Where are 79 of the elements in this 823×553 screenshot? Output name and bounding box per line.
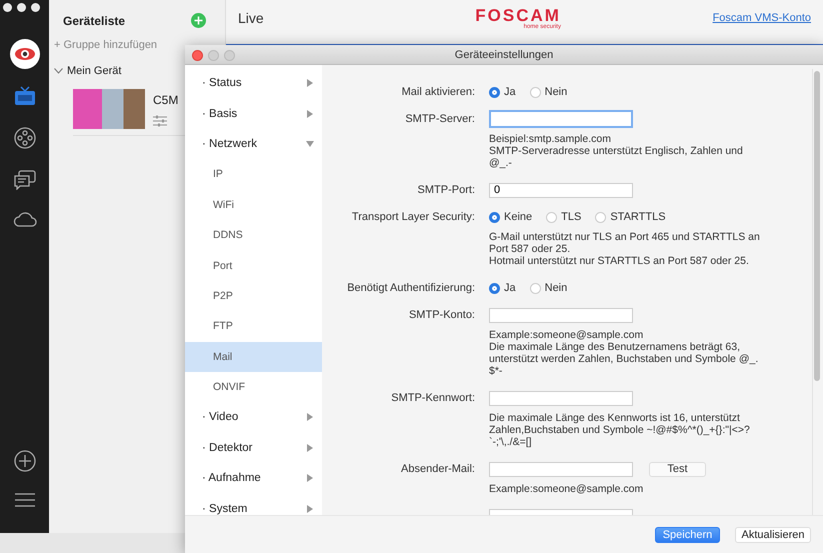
chevron-icon[interactable] bbox=[54, 68, 63, 74]
live-tv-icon[interactable] bbox=[14, 86, 36, 106]
panel-title: Geräteliste bbox=[63, 14, 126, 28]
triangle-icon bbox=[306, 413, 314, 422]
hint-text: Die maximale Länge des Benutzernamens beträgt 63, unterstützt werden Zahlen, Buchstaben und Symbole @_. $*- bbox=[489, 341, 760, 377]
radio-button[interactable] bbox=[546, 212, 558, 222]
photo-placeholder[interactable] bbox=[73, 89, 145, 129]
field-label: Transport Layer Security: bbox=[350, 211, 475, 223]
triangle-icon bbox=[306, 79, 314, 88]
nav-subitem[interactable]: Port bbox=[185, 250, 322, 281]
triangle-icon bbox=[306, 504, 314, 513]
hint-text: Example:someone@sample.com bbox=[489, 329, 644, 341]
hint-text: Die maximale Länge des Kennworts ist 16, unterstützt Zahlen,Buchstaben und Symbole ~!@#$%^*()_+{}:"|<>? `-;'\,./&=[] bbox=[489, 412, 751, 448]
text-field[interactable] bbox=[489, 308, 633, 322]
radio-label[interactable]: Ja bbox=[504, 282, 516, 294]
radio-label[interactable]: Keine bbox=[504, 211, 532, 223]
hint-text: Example:someone@sample.com bbox=[489, 483, 644, 495]
nav-subitem[interactable]: WiFi bbox=[185, 190, 322, 220]
group-name[interactable]: Mein Gerät bbox=[67, 65, 122, 77]
menu-icon[interactable] bbox=[14, 493, 34, 507]
scrollbar[interactable] bbox=[812, 69, 821, 515]
text-field[interactable] bbox=[489, 110, 633, 128]
nav-item[interactable]: · Basis bbox=[185, 98, 322, 129]
triangle-icon bbox=[306, 474, 314, 482]
live-tab[interactable]: Live bbox=[238, 10, 264, 26]
field-label: SMTP-Konto: bbox=[408, 309, 475, 321]
eye-logo-icon[interactable] bbox=[10, 39, 40, 69]
nav-item[interactable]: · Aufnahme bbox=[185, 463, 322, 494]
sliders-icon[interactable] bbox=[153, 115, 167, 127]
hint-text: Beispiel:smtp.sample.com bbox=[489, 133, 612, 145]
radio-button[interactable] bbox=[530, 86, 541, 98]
field-label: SMTP-Kennwort: bbox=[390, 392, 475, 404]
field-label: SMTP-Server: bbox=[404, 113, 475, 125]
brand-logo: FOSCAM bbox=[475, 6, 561, 24]
radio-button[interactable] bbox=[489, 86, 500, 98]
nav-subitem[interactable]: ONVIF bbox=[185, 372, 322, 402]
refresh-button[interactable]: Aktualisieren bbox=[735, 526, 811, 542]
device-name: C5M bbox=[153, 93, 178, 107]
triangle-icon bbox=[306, 110, 314, 118]
radio-label[interactable]: Ja bbox=[504, 86, 516, 98]
radio-button[interactable] bbox=[595, 212, 606, 222]
hint-text: SMTP-Serveradresse unterstützt Englisch, Zahlen und @_.- bbox=[489, 145, 744, 169]
cloud-icon[interactable] bbox=[12, 211, 36, 227]
radio-label[interactable]: TLS bbox=[561, 211, 582, 223]
field-label: Benötigt Authentifizierung: bbox=[346, 282, 475, 294]
add-icon[interactable] bbox=[14, 450, 36, 472]
close-button[interactable] bbox=[192, 50, 203, 61]
text-field[interactable]: 0 bbox=[489, 182, 633, 198]
radio-button[interactable] bbox=[489, 282, 500, 294]
triangle-icon bbox=[306, 140, 314, 148]
nav-item[interactable]: · System bbox=[185, 493, 322, 524]
nav-item[interactable]: · Status bbox=[185, 68, 322, 98]
field-label: SMTP-Port: bbox=[416, 184, 475, 196]
dialog-title: Geräteeinstellungen bbox=[454, 48, 554, 60]
nav-item[interactable]: · Video bbox=[185, 402, 322, 433]
radio-button[interactable] bbox=[489, 212, 500, 222]
text-field[interactable] bbox=[489, 462, 633, 476]
nav-subitem[interactable]: IP bbox=[185, 159, 322, 190]
nav-subitem[interactable]: P2P bbox=[185, 280, 322, 312]
add-device-icon[interactable] bbox=[191, 13, 206, 28]
account-link[interactable]: Foscam VMS-Konto bbox=[712, 12, 811, 24]
text-field[interactable] bbox=[489, 390, 633, 406]
field-label: Absender-Mail: bbox=[400, 463, 475, 475]
chat-icon[interactable] bbox=[14, 170, 36, 190]
radio-button[interactable] bbox=[530, 282, 541, 294]
hint-text: G-Mail unterstützt nur TLS an Port 465 und STARTTLS an Port 587 oder 25. bbox=[489, 231, 761, 255]
radio-label[interactable]: STARTTLS bbox=[610, 211, 666, 223]
triangle-icon bbox=[306, 444, 314, 452]
film-reel-icon[interactable] bbox=[14, 127, 36, 149]
nav-item[interactable]: · Netzwerk bbox=[185, 128, 322, 160]
nav-subitem[interactable]: Mail bbox=[185, 342, 322, 372]
hint-text: Hotmail unterstützt nur STARTTLS an Port 587 oder 25. bbox=[489, 255, 750, 267]
field-label: Mail aktivieren: bbox=[400, 86, 475, 98]
test-button[interactable]: Test bbox=[649, 462, 706, 476]
radio-label[interactable]: Nein bbox=[544, 282, 568, 294]
nav-subitem[interactable]: FTP bbox=[185, 311, 322, 342]
radio-label[interactable]: Nein bbox=[544, 86, 568, 98]
nav-item[interactable]: · Detektor bbox=[185, 432, 322, 464]
nav-subitem[interactable]: DDNS bbox=[185, 220, 322, 250]
